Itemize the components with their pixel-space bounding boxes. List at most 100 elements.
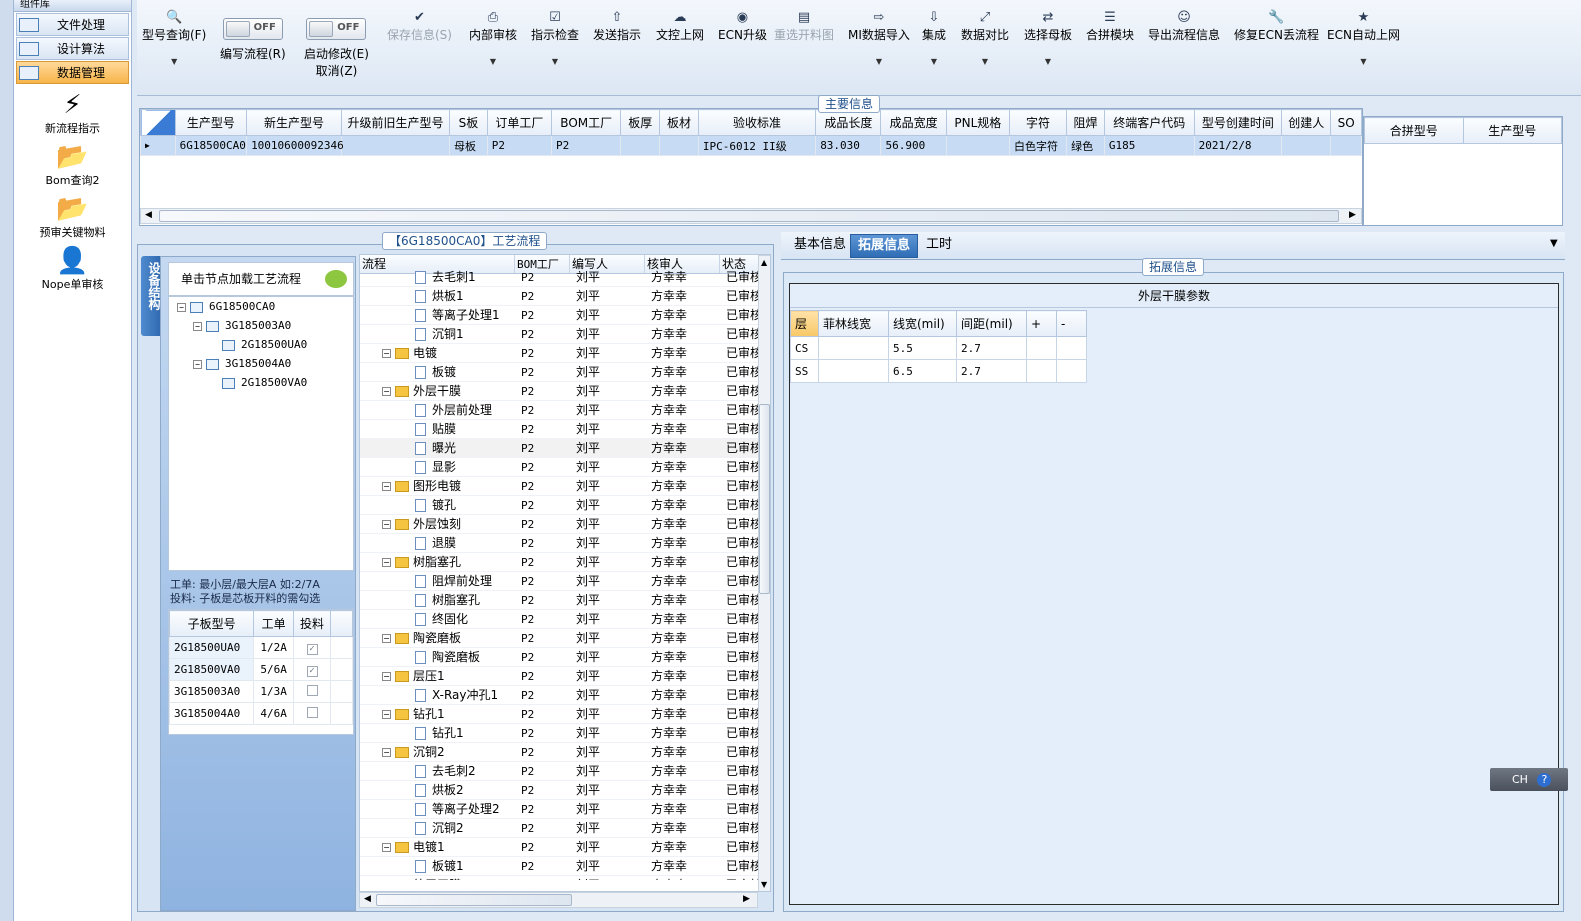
table-cell[interactable] [818,336,889,360]
tree-node[interactable]: −3G185003A0 [169,316,353,335]
chevron-down-icon[interactable]: ▼ [1327,57,1400,66]
flow-row[interactable]: 烘板1 P2 刘平 方幸幸 已审核 [360,287,770,306]
scroll-thumb[interactable] [159,210,1339,222]
collapse-icon[interactable]: − [382,520,391,529]
table-cell[interactable] [1330,135,1362,156]
collapse-icon[interactable]: − [382,558,391,567]
column-header[interactable]: 板厚 [620,109,661,136]
table-cell[interactable] [818,359,889,383]
column-header[interactable]: S板 [449,109,488,136]
table-cell[interactable] [620,135,661,156]
collapse-icon[interactable]: − [382,710,391,719]
column-header[interactable]: 终端客户代码 [1103,109,1195,136]
collapse-icon[interactable]: − [382,634,391,643]
collapse-icon[interactable]: − [193,359,202,369]
table-row[interactable]: 2G18500UA0 1/2A ✓ [168,636,353,659]
collapse-icon[interactable]: − [177,302,186,312]
column-header[interactable]: PNL规格 [945,109,1010,136]
sub-order[interactable]: 4/6A [253,702,294,725]
doc-upload-button[interactable]: ☁ 文控上网 [656,10,704,43]
column-header[interactable]: 线宽(mil) [888,310,957,337]
table-cell[interactable] [945,135,1010,156]
flow-row[interactable]: 外层前处理 P2 刘平 方幸幸 已审核 [360,401,770,420]
tree-node[interactable]: −6G18500CA0 [169,297,353,316]
column-header[interactable]: 阻焊 [1066,109,1105,136]
arrow-left-icon[interactable]: ◀ [364,894,371,904]
flow-row[interactable]: − 电镀 P2 刘平 方幸幸 已审核 [360,344,770,363]
chevron-down-icon[interactable]: ▼ [531,57,579,66]
column-header[interactable]: 投料 [293,610,331,637]
column-header[interactable]: 字符 [1008,109,1068,136]
flow-row[interactable]: − 钻孔1 P2 刘平 方幸幸 已审核 [360,705,770,724]
table-cell[interactable]: 2.7 [956,336,1027,360]
column-header[interactable]: 验收标准 [697,109,817,136]
arrow-down-icon[interactable]: ▼ [761,880,767,889]
arrow-up-icon[interactable]: ▲ [761,258,767,267]
flow-h-scrollbar[interactable]: ◀ ▶ [359,892,758,908]
scroll-thumb[interactable] [376,894,572,906]
nav-item-0[interactable]: 文件处理 [16,13,129,36]
collapse-icon[interactable]: − [382,672,391,681]
column-header[interactable]: BOM工厂 [551,109,622,136]
column-header[interactable]: 合拼型号 [1364,117,1464,144]
column-header[interactable]: 菲林线宽 [818,310,889,337]
table-cell[interactable]: 5.5 [888,336,957,360]
table-cell[interactable]: 56.900 [880,135,947,156]
flow-row[interactable]: 树脂塞孔 P2 刘平 方幸幸 已审核 [360,591,770,610]
flow-row[interactable]: 贴膜 P2 刘平 方幸幸 已审核 [360,420,770,439]
flow-row[interactable]: 退膜 P2 刘平 方幸幸 已审核 [360,534,770,553]
column-header[interactable]: + [1026,310,1057,337]
help-icon[interactable]: ? [1537,773,1552,787]
table-cell[interactable] [340,135,451,156]
column-header[interactable]: 生产型号 [1462,117,1562,144]
chevron-down-icon[interactable]: ▼ [142,57,206,66]
flow-row[interactable]: 去毛刺2 P2 刘平 方幸幸 已审核 [360,762,770,781]
flow-row[interactable]: 阻焊前处理 P2 刘平 方幸幸 已审核 [360,572,770,591]
flow-row[interactable]: 钻孔1 P2 刘平 方幸幸 已审核 [360,724,770,743]
feed-checkbox[interactable] [306,706,318,718]
nav-item-1[interactable]: 设计算法 [16,37,129,60]
column-header[interactable]: 升级前旧生产型号 [340,109,451,136]
export-flow-button[interactable]: ☺ 导出流程信息 [1148,10,1220,43]
feed-checkbox[interactable]: ✓ [306,665,318,677]
flow-row[interactable]: 等离子处理1 P2 刘平 方幸幸 已审核 [360,306,770,325]
main-h-scrollbar[interactable]: ◀ ▶ [140,208,1362,224]
table-cell[interactable]: 2.7 [956,359,1027,383]
table-cell[interactable]: P2 [551,135,622,156]
table-cell[interactable] [1281,135,1332,156]
table-cell[interactable]: 6.5 [888,359,957,383]
table-cell[interactable]: IPC-6012 II级 [697,135,817,156]
nav-shortcut-1[interactable]: 📂 Bom查询2 [14,142,131,188]
arrow-right-icon[interactable]: ▶ [743,894,750,904]
ecn-auto-upload-button[interactable]: ★ ECN自动上网 ▼ [1327,10,1400,66]
column-header[interactable]: - [1056,310,1087,337]
chevron-down-icon[interactable]: ▼ [469,57,517,66]
table-cell[interactable]: SS [790,359,819,383]
table-cell[interactable]: 83.030 [815,135,882,156]
table-cell[interactable] [1056,336,1087,360]
feed-checkbox[interactable] [306,684,318,696]
column-header[interactable]: 创建人 [1281,109,1332,136]
flow-row[interactable]: − 陶瓷磨板 P2 刘平 方幸幸 已审核 [360,629,770,648]
column-header[interactable]: 子板型号 [168,610,255,637]
table-cell[interactable] [1026,336,1057,360]
chevron-down-icon[interactable]: ▼ [922,57,946,66]
tree-node[interactable]: 2G18500VA0 [169,373,353,392]
mi-import-button[interactable]: ⇨ MI数据导入 ▼ [848,10,910,66]
flow-row[interactable]: 沉铜2 P2 刘平 方幸幸 已审核 [360,819,770,838]
chevron-down-icon[interactable]: ▼ [848,57,910,66]
sub-order[interactable]: 1/2A [253,636,294,659]
column-header[interactable]: SO [1330,109,1362,136]
column-header[interactable]: 间距(mil) [956,310,1027,337]
collapse-icon[interactable]: − [382,349,391,358]
table-cell[interactable]: 绿色 [1066,135,1105,156]
flow-row[interactable]: 板镀1 P2 刘平 方幸幸 已审核 [360,857,770,876]
data-compare-button[interactable]: ⤢ 数据对比 ▼ [961,10,1009,66]
flow-row[interactable]: 显影 P2 刘平 方幸幸 已审核 [360,458,770,477]
column-header[interactable]: 层 [790,310,819,337]
flow-row[interactable]: − 层压1 P2 刘平 方幸幸 已审核 [360,667,770,686]
flow-v-scrollbar[interactable]: ▲ ▼ [758,255,770,891]
flow-row[interactable]: X-Ray冲孔1 P2 刘平 方幸幸 已审核 [360,686,770,705]
table-cell[interactable] [659,135,699,156]
table-cell[interactable]: 白色字符 [1008,135,1068,156]
